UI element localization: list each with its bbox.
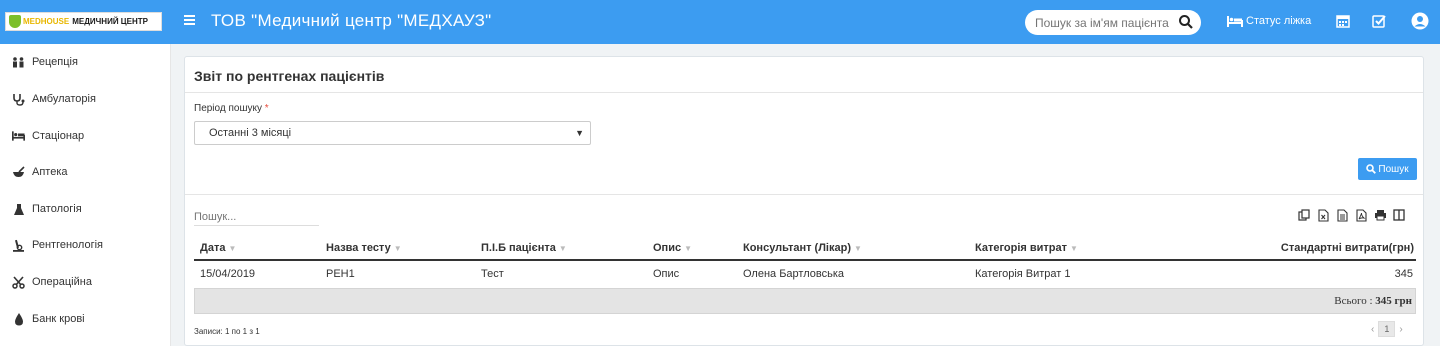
- column-header-patient[interactable]: П.І.Б пацієнта ▼: [481, 242, 567, 254]
- period-label-text: Період пошуку: [194, 103, 262, 114]
- cell-date: 15/04/2019: [200, 268, 256, 280]
- sort-icon: ▼: [228, 244, 237, 253]
- reception-icon: [12, 56, 25, 69]
- column-header-category[interactable]: Категорія витрат ▼: [975, 242, 1078, 254]
- sort-icon: ▼: [854, 244, 862, 253]
- column-header-test[interactable]: Назва тесту ▼: [326, 242, 402, 254]
- table-total-row: Всього : 345 грн: [194, 288, 1416, 314]
- cell-test: РЕН1: [326, 268, 355, 280]
- bed-status-button[interactable]: Статус ліжка: [1227, 15, 1311, 27]
- export-toolbar: [1296, 207, 1407, 223]
- blood-drop-icon: [12, 312, 25, 326]
- sort-icon: ▼: [1070, 244, 1078, 253]
- column-header-doctor[interactable]: Консультант (Лікар) ▼: [743, 242, 862, 254]
- sidebar-item-blood-bank[interactable]: Банк крові: [0, 301, 171, 337]
- search-icon[interactable]: [1178, 14, 1194, 30]
- scissors-icon: [12, 275, 25, 289]
- mortar-icon: [12, 165, 25, 179]
- bed-icon: [1227, 15, 1243, 27]
- period-label: Період пошуку *: [194, 103, 269, 114]
- period-select-value: Останні 3 місяці: [209, 127, 292, 139]
- column-header-cost[interactable]: Стандартні витрати(грн): [1281, 242, 1414, 254]
- xray-icon: [12, 239, 25, 252]
- sidebar-item-outpatient[interactable]: Амбулаторія: [0, 81, 171, 117]
- sidebar: Рецепція Амбулаторія Стаціонар Аптека Па…: [0, 44, 171, 346]
- pagination-page-current[interactable]: 1: [1378, 321, 1396, 337]
- sidebar-item-label: Банк крові: [32, 313, 85, 325]
- pagination-prev-icon[interactable]: ‹: [1371, 324, 1374, 335]
- table-header: Дата ▼ Назва тесту ▼ П.І.Б пацієнта ▼ Опис ▼…: [194, 237, 1416, 261]
- records-info: Записи: 1 по 1 з 1: [194, 327, 260, 336]
- user-avatar-icon[interactable]: [1411, 12, 1429, 30]
- column-header-date[interactable]: Дата ▼: [200, 242, 236, 254]
- sort-icon: ▼: [393, 244, 402, 253]
- stethoscope-icon: [12, 93, 25, 106]
- total-label: Всього :: [1334, 295, 1373, 307]
- shield-icon: [9, 15, 21, 28]
- csv-icon[interactable]: [1334, 207, 1350, 223]
- sidebar-item-label: Рецепція: [32, 56, 78, 68]
- cell-description: Опис: [653, 268, 680, 280]
- table-row[interactable]: 15/04/2019 РЕН1 Тест Опис Олена Бартловс…: [194, 263, 1416, 287]
- menu-toggle-icon[interactable]: [184, 15, 195, 26]
- pdf-icon[interactable]: [1353, 207, 1369, 223]
- sidebar-item-pharmacy[interactable]: Аптека: [0, 154, 171, 190]
- caret-down-icon: ▼: [575, 128, 584, 138]
- flask-icon: [12, 203, 25, 216]
- sidebar-item-reception[interactable]: Рецепція: [0, 44, 171, 80]
- sidebar-item-inpatient[interactable]: Стаціонар: [0, 118, 171, 154]
- bed-status-label: Статус ліжка: [1246, 15, 1312, 27]
- total-value: 345 грн: [1375, 295, 1412, 307]
- sidebar-item-pathology[interactable]: Патологія: [0, 191, 171, 227]
- sort-icon: ▼: [684, 244, 693, 253]
- checkbox-icon[interactable]: [1371, 13, 1387, 29]
- table-filter-input[interactable]: [194, 208, 319, 226]
- search-button-label: Пошук: [1378, 163, 1409, 175]
- cell-cost: 345: [1394, 268, 1413, 280]
- calendar-icon[interactable]: [1335, 13, 1351, 29]
- sidebar-item-operating[interactable]: Операційна: [0, 264, 171, 300]
- sidebar-item-label: Аптека: [32, 166, 68, 178]
- cell-patient: Тест: [481, 268, 504, 280]
- total-text: Всього : 345 грн: [1334, 295, 1412, 307]
- sidebar-item-label: Рентгенологія: [32, 239, 103, 251]
- required-mark: *: [264, 103, 269, 114]
- sidebar-item-label: Операційна: [32, 276, 92, 288]
- sidebar-item-label: Амбулаторія: [32, 93, 96, 105]
- logo[interactable]: MEDHOUSE МЕДИЧНИЙ ЦЕНТР: [5, 12, 162, 31]
- divider: [185, 92, 1423, 93]
- copy-icon[interactable]: [1296, 207, 1312, 223]
- page-title: Звіт по рентгенах пацієнтів: [194, 68, 385, 84]
- logo-center-text: МЕДИЧНИЙ ЦЕНТР: [72, 17, 148, 26]
- excel-icon[interactable]: [1315, 207, 1331, 223]
- top-bar: MEDHOUSE МЕДИЧНИЙ ЦЕНТР ТОВ "Медичний це…: [0, 0, 1440, 44]
- print-icon[interactable]: [1372, 207, 1388, 223]
- column-header-description[interactable]: Опис ▼: [653, 242, 692, 254]
- organization-title: ТОВ "Медичний центр "МЕДХАУЗ": [211, 11, 492, 30]
- sidebar-item-label: Патологія: [32, 203, 82, 215]
- search-icon: [1366, 164, 1377, 174]
- period-select[interactable]: Останні 3 місяці ▼: [194, 121, 591, 145]
- patient-search-input[interactable]: [1025, 10, 1201, 35]
- bed-icon: [12, 130, 25, 143]
- cell-category: Категорія Витрат 1: [975, 268, 1071, 280]
- sidebar-item-label: Стаціонар: [32, 130, 85, 142]
- divider: [185, 194, 1423, 195]
- pagination-next-icon[interactable]: ›: [1399, 324, 1402, 335]
- cell-doctor: Олена Бартловська: [743, 268, 845, 280]
- sidebar-item-radiology[interactable]: Рентгенологія: [0, 227, 171, 263]
- columns-icon[interactable]: [1391, 207, 1407, 223]
- sort-icon: ▼: [558, 244, 567, 253]
- report-panel: Звіт по рентгенах пацієнтів Період пошук…: [184, 56, 1424, 346]
- pagination: ‹ 1 ›: [1371, 321, 1403, 337]
- logo-brand: MEDHOUSE: [23, 17, 70, 26]
- search-button[interactable]: Пошук: [1358, 158, 1417, 180]
